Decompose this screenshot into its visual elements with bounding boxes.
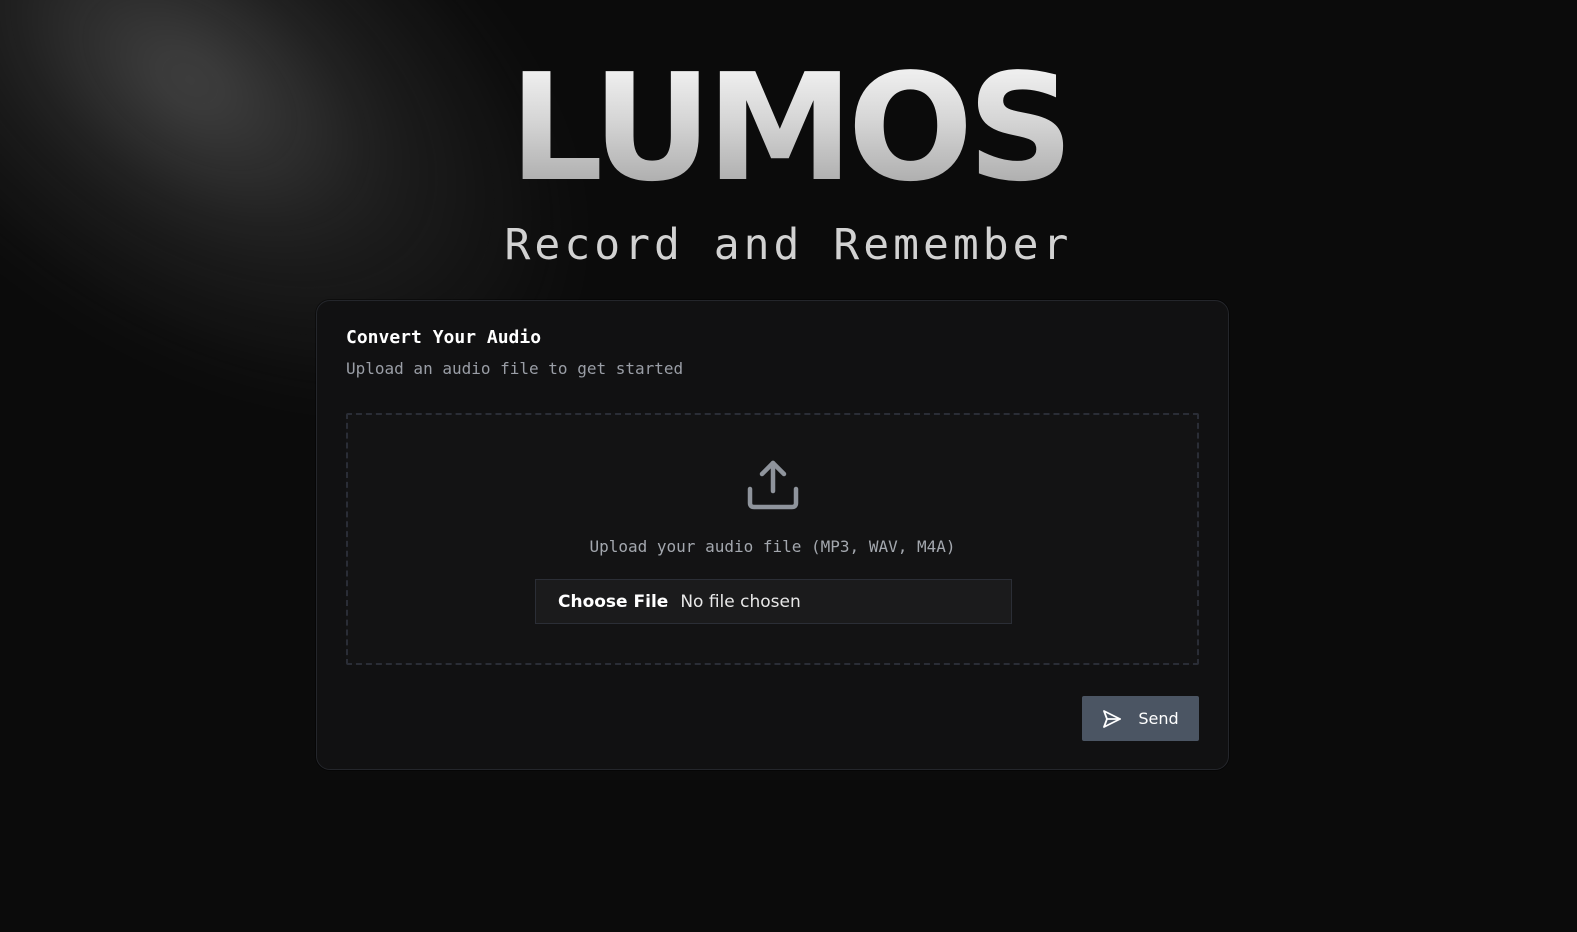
choose-file-button[interactable]: Choose File (558, 592, 668, 612)
convert-card: Convert Your Audio Upload an audio file … (316, 300, 1229, 770)
card-title: Convert Your Audio (346, 327, 542, 348)
send-icon (1103, 709, 1122, 728)
file-input[interactable]: Choose File No file chosen (535, 579, 1012, 624)
upload-instructions: Upload your audio file (MP3, WAV, M4A) (589, 537, 956, 556)
app-tagline: Record and Remember (504, 220, 1073, 270)
send-button-label: Send (1138, 709, 1179, 728)
app-logo: LUMOS (509, 42, 1074, 214)
hero: LUMOS Record and Remember (0, 40, 1577, 270)
file-status: No file chosen (680, 591, 801, 612)
upload-icon (747, 460, 799, 510)
upload-dropzone[interactable]: Upload your audio file (MP3, WAV, M4A) C… (346, 413, 1199, 665)
card-subtitle: Upload an audio file to get started (346, 359, 684, 378)
send-button[interactable]: Send (1082, 696, 1199, 741)
